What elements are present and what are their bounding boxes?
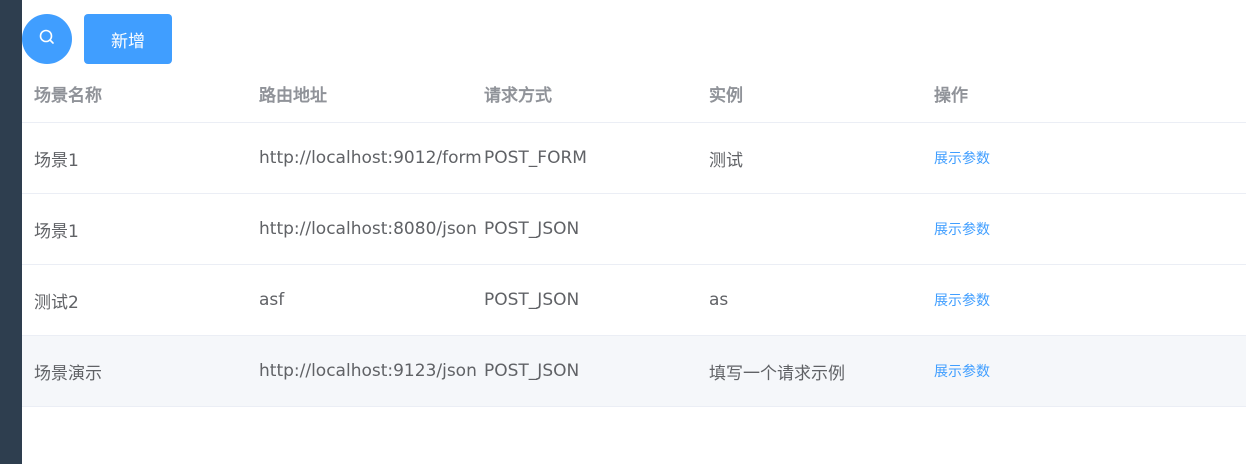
action-cell: 展示参数 — [934, 336, 990, 406]
scene-name-cell: 场景1 — [34, 150, 79, 171]
show-params-link[interactable]: 展示参数 — [934, 219, 990, 239]
table-row: 测试2 asf POST_JSON as 展示参数 — [22, 265, 1246, 336]
action-cell: 展示参数 — [934, 123, 990, 193]
route-cell: http://localhost:9123/json — [259, 361, 477, 381]
scene-name-cell: 测试2 — [34, 292, 79, 313]
route-cell: http://localhost:9012/form — [259, 148, 482, 168]
table-header: 场景名称 路由地址 请求方式 实例 操作 — [22, 64, 1246, 123]
action-cell: 展示参数 — [934, 194, 990, 264]
show-params-link[interactable]: 展示参数 — [934, 290, 990, 310]
table-row: 场景1 http://localhost:9012/form POST_FORM… — [22, 123, 1246, 194]
method-cell: POST_JSON — [484, 290, 580, 310]
show-params-link[interactable]: 展示参数 — [934, 361, 990, 381]
scene-table: 场景名称 路由地址 请求方式 实例 操作 场景1 http://localhos… — [22, 64, 1246, 407]
column-header-example: 实例 — [709, 85, 743, 106]
route-cell: asf — [259, 290, 285, 310]
search-icon — [38, 28, 56, 50]
table-row: 场景演示 http://localhost:9123/json POST_JSO… — [22, 336, 1246, 407]
column-header-actions: 操作 — [934, 85, 968, 106]
search-button[interactable] — [22, 14, 72, 64]
method-cell: POST_JSON — [484, 219, 580, 239]
method-cell: POST_JSON — [484, 361, 580, 381]
table-row: 场景1 http://localhost:8080/json POST_JSON… — [22, 194, 1246, 265]
main-content: 新增 场景名称 路由地址 请求方式 实例 操作 场景1 http://local… — [22, 0, 1246, 464]
route-cell: http://localhost:8080/json — [259, 219, 477, 239]
sidebar-edge — [0, 0, 22, 464]
page: 新增 场景名称 路由地址 请求方式 实例 操作 场景1 http://local… — [0, 0, 1246, 464]
scene-name-cell: 场景1 — [34, 221, 79, 242]
show-params-link[interactable]: 展示参数 — [934, 148, 990, 168]
column-header-scene-name: 场景名称 — [34, 85, 102, 106]
add-button[interactable]: 新增 — [84, 14, 172, 64]
example-cell: 测试 — [709, 150, 743, 171]
method-cell: POST_FORM — [484, 148, 587, 168]
example-cell: as — [709, 290, 729, 310]
action-cell: 展示参数 — [934, 265, 990, 335]
column-header-method: 请求方式 — [484, 85, 552, 106]
scene-name-cell: 场景演示 — [34, 363, 102, 384]
column-header-route: 路由地址 — [259, 85, 327, 106]
example-cell: 填写一个请求示例 — [709, 363, 845, 384]
